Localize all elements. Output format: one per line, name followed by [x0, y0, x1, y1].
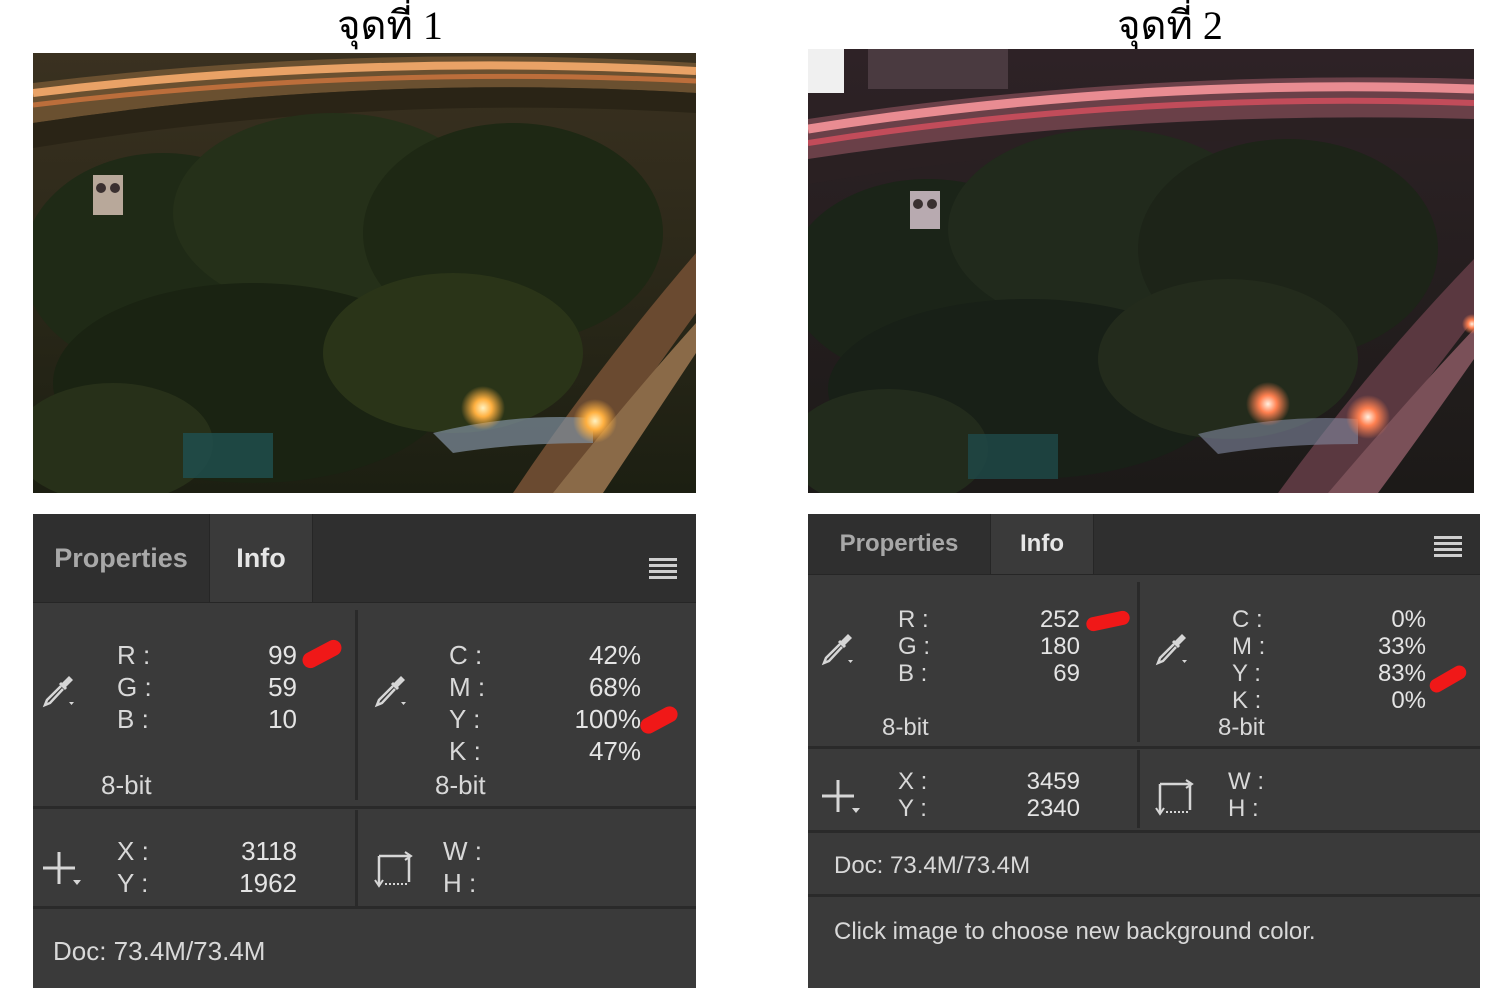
label-h: H : [1228, 795, 1259, 822]
label-b: B : [117, 704, 149, 734]
label-y: Y : [449, 704, 481, 734]
value-k: 0% [1391, 687, 1426, 714]
divider [808, 894, 1480, 897]
selection-size-icon [1154, 776, 1198, 818]
value-g: 59 [268, 672, 297, 702]
eyedropper-icon[interactable] [820, 630, 856, 666]
label-c: C : [449, 640, 483, 670]
cmyk-bitdepth: 8-bit [435, 770, 486, 800]
panel-tab-bar: Properties Info [33, 514, 696, 603]
label-h: H : [443, 868, 477, 898]
value-c: 42% [588, 640, 641, 670]
panel-tab-bar: Properties Info [808, 514, 1480, 575]
label-x: X : [898, 768, 928, 795]
value-r: 252 [1039, 606, 1080, 633]
label-y-coord: Y : [117, 868, 149, 898]
rgb-bitdepth: 8-bit [101, 770, 152, 800]
label-k: K : [1232, 687, 1262, 714]
value-g: 180 [1039, 633, 1080, 660]
label-b: B : [898, 660, 928, 687]
photo-point-2[interactable] [808, 49, 1474, 493]
status-hint: Click image to choose new background col… [834, 918, 1316, 945]
divider [355, 610, 358, 800]
red-annotation-mark [1085, 609, 1131, 633]
label-m: M : [1232, 633, 1266, 660]
red-annotation-mark [637, 703, 681, 737]
caption-point-2: จุดที่ 2 [1117, 3, 1223, 48]
red-annotation-mark [299, 637, 345, 671]
rgb-bitdepth: 8-bit [882, 714, 929, 741]
cmyk-bitdepth: 8-bit [1218, 714, 1265, 741]
panel-menu-icon[interactable] [649, 558, 677, 582]
tab-properties[interactable]: Properties [33, 514, 209, 602]
value-y-coord: 2340 [1026, 795, 1080, 822]
selection-size-icon [373, 848, 417, 890]
label-m: M : [449, 672, 486, 702]
label-r: R : [117, 640, 151, 670]
value-c: 0% [1391, 606, 1426, 633]
tab-info[interactable]: Info [990, 514, 1094, 574]
label-c: C : [1232, 606, 1263, 633]
divider [1137, 582, 1140, 742]
red-annotation-mark [1427, 662, 1469, 696]
label-g: G : [117, 672, 152, 702]
label-w: W : [1228, 768, 1264, 795]
divider [355, 810, 358, 906]
caption-point-1: จุดที่ 1 [337, 3, 443, 48]
label-x: X : [117, 836, 149, 866]
label-r: R : [898, 606, 929, 633]
eyedropper-icon[interactable] [373, 672, 409, 708]
label-g: G : [898, 633, 931, 660]
eyedropper-icon[interactable] [41, 672, 77, 708]
value-x: 3459 [1026, 768, 1080, 795]
divider [1137, 750, 1140, 828]
tab-info[interactable]: Info [209, 514, 313, 602]
label-y-coord: Y : [898, 795, 927, 822]
info-panel-2: Properties Info R : G : B : 252 180 69 8… [808, 514, 1480, 988]
info-panel-1: Properties Info R : G : B : 99 59 10 8-b… [33, 514, 696, 988]
photo-point-1[interactable] [33, 53, 696, 493]
label-y: Y : [1232, 660, 1261, 687]
value-m: 33% [1377, 633, 1426, 660]
tab-properties[interactable]: Properties [808, 514, 990, 574]
doc-size: Doc: 73.4M/73.4M [834, 852, 1031, 879]
crosshair-icon [41, 850, 85, 890]
value-b: 69 [1053, 660, 1080, 687]
value-x: 3118 [241, 836, 297, 866]
panel-menu-icon[interactable] [1434, 536, 1462, 560]
doc-size: Doc: 73.4M/73.4M [53, 936, 266, 966]
value-b: 10 [268, 704, 297, 734]
label-w: W : [443, 836, 482, 866]
value-y: 83% [1377, 660, 1426, 687]
value-y-coord: 1962 [239, 868, 297, 898]
divider [808, 746, 1480, 749]
value-k: 47% [588, 736, 641, 766]
divider [33, 906, 696, 909]
divider [33, 806, 696, 809]
divider [808, 830, 1480, 833]
value-m: 68% [588, 672, 641, 702]
value-r: 99 [268, 640, 297, 670]
value-y: 100% [574, 704, 642, 734]
crosshair-icon [820, 778, 864, 818]
label-k: K : [449, 736, 481, 766]
eyedropper-icon[interactable] [1154, 630, 1190, 666]
